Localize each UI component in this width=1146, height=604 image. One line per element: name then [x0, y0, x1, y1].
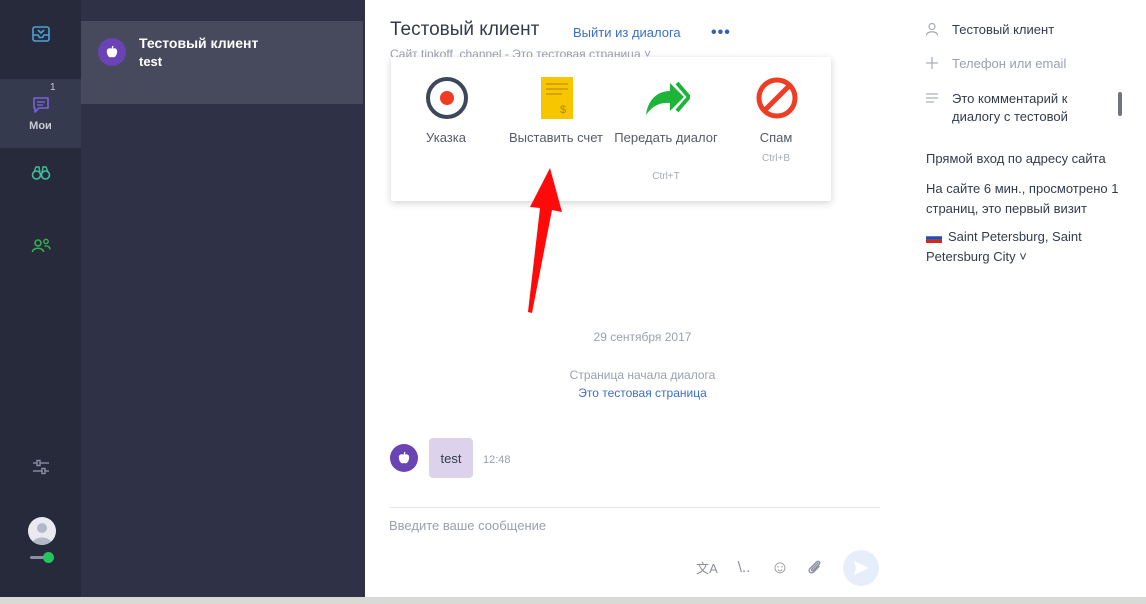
russia-flag-icon: [926, 232, 942, 243]
rail-settings-button[interactable]: [0, 456, 81, 478]
message-input[interactable]: [389, 514, 689, 536]
message-time: 12:48: [483, 454, 511, 466]
action-spam-label: Спам: [759, 130, 793, 145]
more-actions-button[interactable]: •••: [711, 24, 731, 42]
rail-mine-button[interactable]: 1 Мои: [0, 79, 81, 148]
rail-mine-label: Мои: [29, 119, 52, 132]
translate-button[interactable]: 文A: [696, 556, 718, 578]
invoice-icon: $: [541, 77, 573, 119]
date-separator: 29 сентября 2017: [593, 330, 692, 344]
right-panel-scrollbar[interactable]: [1118, 92, 1122, 116]
exit-dialog-link[interactable]: Выйти из диалога: [573, 25, 681, 40]
emoji-button[interactable]: ☺: [769, 556, 791, 578]
rail-mine-badge: 1: [50, 82, 56, 93]
annotation-arrow-icon: [528, 168, 562, 313]
action-transfer-button[interactable]: Передать диалог Ctrl+T: [611, 57, 721, 201]
plus-icon: [926, 57, 938, 69]
users-icon: [31, 238, 51, 253]
send-icon: [854, 561, 869, 575]
apple-icon: [398, 451, 410, 464]
contact-placeholder: Телефон или email: [952, 56, 1067, 71]
action-transfer-label: Передать диалог: [614, 130, 718, 145]
block-icon: [756, 77, 798, 119]
location-text: Saint Petersburg, Saint Petersburg City …: [926, 229, 1082, 264]
templates-button[interactable]: \..: [733, 556, 755, 578]
actions-popup: Указка $ Выставить счет Передать диалог …: [391, 57, 831, 201]
client-avatar: [98, 38, 126, 66]
rail-watch-button[interactable]: [0, 160, 81, 186]
chat-icon: [32, 96, 49, 113]
binoculars-icon: [31, 166, 50, 180]
start-page-note: Страница начала диалога: [569, 368, 716, 382]
start-page-link[interactable]: Это тестовая страница: [365, 386, 920, 400]
chat-title: Тестовый клиент: [390, 19, 540, 40]
message-bubble: test: [429, 438, 473, 478]
nav-rail: 1 Мои: [0, 0, 81, 604]
forward-arrow-icon: [646, 81, 690, 115]
dialog-list-item[interactable]: Тестовый клиент test: [81, 21, 363, 104]
input-divider: [390, 507, 880, 508]
action-transfer-hotkey: Ctrl+T: [652, 171, 680, 182]
operator-avatar[interactable]: [28, 517, 56, 545]
action-invoice-label: Выставить счет: [509, 130, 603, 145]
attach-button[interactable]: [804, 556, 826, 578]
entry-info: Прямой вход по адресу сайта: [926, 151, 1106, 166]
message-avatar: [390, 444, 418, 472]
user-icon: [925, 22, 939, 36]
svg-text:$: $: [560, 104, 566, 116]
apple-icon: [106, 45, 118, 58]
dialog-list: Тестовый клиент test: [81, 0, 365, 604]
lines-icon: [926, 93, 938, 103]
visit-info: На сайте 6 мин., просмотрено 1 страниц, …: [926, 181, 1119, 216]
dialog-client-name: Тестовый клиент: [139, 35, 259, 51]
record-icon: [426, 77, 468, 119]
window-bottom-edge: [0, 597, 1146, 604]
client-name: Тестовый клиент: [952, 22, 1055, 37]
send-button[interactable]: [843, 550, 879, 586]
client-info-panel: Тестовый клиент Телефон или email Это ко…: [905, 0, 1146, 604]
inbox-icon: [31, 26, 50, 42]
sliders-icon: [32, 459, 49, 475]
rail-team-button[interactable]: [0, 232, 81, 258]
action-pointer-label: Указка: [426, 130, 466, 145]
client-comment: Это комментарий к диалогу с тестовой: [952, 91, 1068, 124]
action-spam-button[interactable]: Спам Ctrl+B: [721, 57, 831, 201]
location-info[interactable]: Saint Petersburg, Saint Petersburg City …: [926, 227, 1131, 267]
action-spam-hotkey: Ctrl+B: [761, 153, 791, 164]
status-online-dot[interactable]: [43, 552, 54, 563]
rail-inbox-button[interactable]: [0, 14, 81, 54]
chat-panel: Тестовый клиент Выйти из диалога ••• Сай…: [365, 0, 905, 604]
dialog-last-message: test: [139, 54, 163, 69]
action-pointer-button[interactable]: Указка: [391, 57, 501, 201]
user-avatar-icon: [32, 523, 52, 545]
paperclip-icon: [808, 560, 821, 574]
